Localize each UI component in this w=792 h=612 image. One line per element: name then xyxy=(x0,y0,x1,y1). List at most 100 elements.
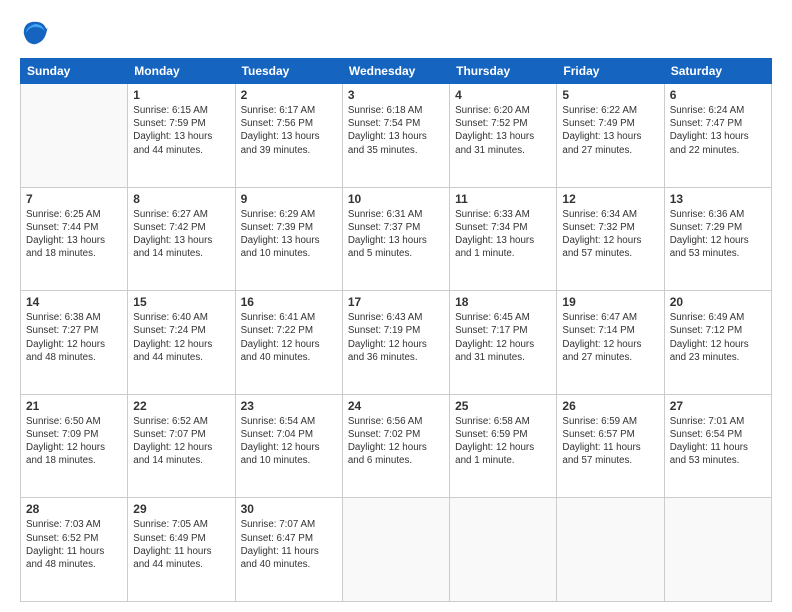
calendar-cell: 15 Sunrise: 6:40 AM Sunset: 7:24 PM Dayli… xyxy=(128,291,235,395)
day-info: Sunrise: 6:54 AM Sunset: 7:04 PM Dayligh… xyxy=(241,415,337,468)
day-number: 18 xyxy=(455,295,551,309)
calendar-cell: 4Sunrise: 6:20 AM Sunset: 7:52 PM Daylig… xyxy=(450,84,557,188)
weekday-header-monday: Monday xyxy=(128,59,235,84)
day-info: Sunrise: 6:49 AM Sunset: 7:12 PM Dayligh… xyxy=(670,311,766,364)
calendar-cell: 6Sunrise: 6:24 AM Sunset: 7:47 PM Daylig… xyxy=(664,84,771,188)
calendar-cell: 22 Sunrise: 6:52 AM Sunset: 7:07 PM Dayli… xyxy=(128,394,235,498)
day-number: 22 xyxy=(133,399,229,413)
calendar-cell: 7Sunrise: 6:25 AM Sunset: 7:44 PM Daylig… xyxy=(21,187,128,291)
day-info: Sunrise: 6:29 AM Sunset: 7:39 PM Dayligh… xyxy=(241,208,337,261)
calendar-cell: 21Sunrise: 6:50 AM Sunset: 7:09 PM Dayli… xyxy=(21,394,128,498)
day-info: Sunrise: 6:17 AM Sunset: 7:56 PM Dayligh… xyxy=(241,104,337,157)
calendar-week-row: 14 Sunrise: 6:38 AM Sunset: 7:27 PM Dayli… xyxy=(21,291,772,395)
logo xyxy=(20,18,54,48)
calendar-cell: 29 Sunrise: 7:05 AM Sunset: 6:49 PM Dayli… xyxy=(128,498,235,602)
day-info: Sunrise: 6:36 AM Sunset: 7:29 PM Dayligh… xyxy=(670,208,766,261)
day-number: 27 xyxy=(670,399,766,413)
day-info: Sunrise: 6:41 AM Sunset: 7:22 PM Dayligh… xyxy=(241,311,337,364)
calendar-cell xyxy=(342,498,449,602)
calendar-cell: 9 Sunrise: 6:29 AM Sunset: 7:39 PM Daylig… xyxy=(235,187,342,291)
day-number: 29 xyxy=(133,502,229,516)
day-info: Sunrise: 6:27 AM Sunset: 7:42 PM Dayligh… xyxy=(133,208,229,261)
day-number: 3 xyxy=(348,88,444,102)
day-info: Sunrise: 7:03 AM Sunset: 6:52 PM Dayligh… xyxy=(26,518,122,571)
day-number: 24 xyxy=(348,399,444,413)
weekday-header-row: SundayMondayTuesdayWednesdayThursdayFrid… xyxy=(21,59,772,84)
day-info: Sunrise: 6:31 AM Sunset: 7:37 PM Dayligh… xyxy=(348,208,444,261)
day-number: 9 xyxy=(241,192,337,206)
day-number: 30 xyxy=(241,502,337,516)
calendar-cell: 20 Sunrise: 6:49 AM Sunset: 7:12 PM Dayli… xyxy=(664,291,771,395)
day-info: Sunrise: 6:47 AM Sunset: 7:14 PM Dayligh… xyxy=(562,311,658,364)
day-number: 14 xyxy=(26,295,122,309)
day-number: 11 xyxy=(455,192,551,206)
calendar-cell: 30 Sunrise: 7:07 AM Sunset: 6:47 PM Dayli… xyxy=(235,498,342,602)
day-info: Sunrise: 6:58 AM Sunset: 6:59 PM Dayligh… xyxy=(455,415,551,468)
day-number: 25 xyxy=(455,399,551,413)
day-info: Sunrise: 6:22 AM Sunset: 7:49 PM Dayligh… xyxy=(562,104,658,157)
calendar-cell: 27 Sunrise: 7:01 AM Sunset: 6:54 PM Dayli… xyxy=(664,394,771,498)
calendar-cell xyxy=(450,498,557,602)
calendar-week-row: 7Sunrise: 6:25 AM Sunset: 7:44 PM Daylig… xyxy=(21,187,772,291)
weekday-header-tuesday: Tuesday xyxy=(235,59,342,84)
day-number: 4 xyxy=(455,88,551,102)
day-info: Sunrise: 6:52 AM Sunset: 7:07 PM Dayligh… xyxy=(133,415,229,468)
day-number: 13 xyxy=(670,192,766,206)
day-number: 2 xyxy=(241,88,337,102)
day-info: Sunrise: 6:34 AM Sunset: 7:32 PM Dayligh… xyxy=(562,208,658,261)
calendar-cell: 26 Sunrise: 6:59 AM Sunset: 6:57 PM Dayli… xyxy=(557,394,664,498)
calendar-cell: 2 Sunrise: 6:17 AM Sunset: 7:56 PM Daylig… xyxy=(235,84,342,188)
day-number: 1 xyxy=(133,88,229,102)
calendar-cell: 13 Sunrise: 6:36 AM Sunset: 7:29 PM Dayli… xyxy=(664,187,771,291)
calendar-cell xyxy=(557,498,664,602)
calendar-cell: 11 Sunrise: 6:33 AM Sunset: 7:34 PM Dayli… xyxy=(450,187,557,291)
day-info: Sunrise: 7:07 AM Sunset: 6:47 PM Dayligh… xyxy=(241,518,337,571)
calendar-cell: 23 Sunrise: 6:54 AM Sunset: 7:04 PM Dayli… xyxy=(235,394,342,498)
day-info: Sunrise: 6:33 AM Sunset: 7:34 PM Dayligh… xyxy=(455,208,551,261)
logo-icon xyxy=(20,18,50,48)
day-number: 17 xyxy=(348,295,444,309)
calendar-cell: 18 Sunrise: 6:45 AM Sunset: 7:17 PM Dayli… xyxy=(450,291,557,395)
calendar-cell: 19 Sunrise: 6:47 AM Sunset: 7:14 PM Dayli… xyxy=(557,291,664,395)
calendar-cell: 3 Sunrise: 6:18 AM Sunset: 7:54 PM Daylig… xyxy=(342,84,449,188)
day-info: Sunrise: 6:24 AM Sunset: 7:47 PM Dayligh… xyxy=(670,104,766,157)
calendar-cell: 1Sunrise: 6:15 AM Sunset: 7:59 PM Daylig… xyxy=(128,84,235,188)
day-number: 8 xyxy=(133,192,229,206)
calendar-cell: 5 Sunrise: 6:22 AM Sunset: 7:49 PM Daylig… xyxy=(557,84,664,188)
day-number: 23 xyxy=(241,399,337,413)
day-number: 20 xyxy=(670,295,766,309)
calendar-cell xyxy=(664,498,771,602)
day-number: 26 xyxy=(562,399,658,413)
day-number: 10 xyxy=(348,192,444,206)
calendar-cell xyxy=(21,84,128,188)
day-number: 5 xyxy=(562,88,658,102)
calendar-week-row: 21Sunrise: 6:50 AM Sunset: 7:09 PM Dayli… xyxy=(21,394,772,498)
day-number: 21 xyxy=(26,399,122,413)
day-number: 19 xyxy=(562,295,658,309)
calendar-table: SundayMondayTuesdayWednesdayThursdayFrid… xyxy=(20,58,772,602)
calendar-cell: 12 Sunrise: 6:34 AM Sunset: 7:32 PM Dayli… xyxy=(557,187,664,291)
day-info: Sunrise: 7:01 AM Sunset: 6:54 PM Dayligh… xyxy=(670,415,766,468)
day-number: 28 xyxy=(26,502,122,516)
calendar-cell: 16 Sunrise: 6:41 AM Sunset: 7:22 PM Dayli… xyxy=(235,291,342,395)
day-info: Sunrise: 6:25 AM Sunset: 7:44 PM Dayligh… xyxy=(26,208,122,261)
weekday-header-sunday: Sunday xyxy=(21,59,128,84)
day-info: Sunrise: 6:45 AM Sunset: 7:17 PM Dayligh… xyxy=(455,311,551,364)
weekday-header-wednesday: Wednesday xyxy=(342,59,449,84)
calendar-cell: 25 Sunrise: 6:58 AM Sunset: 6:59 PM Dayli… xyxy=(450,394,557,498)
calendar-cell: 14 Sunrise: 6:38 AM Sunset: 7:27 PM Dayli… xyxy=(21,291,128,395)
day-info: Sunrise: 6:56 AM Sunset: 7:02 PM Dayligh… xyxy=(348,415,444,468)
weekday-header-thursday: Thursday xyxy=(450,59,557,84)
calendar-week-row: 28 Sunrise: 7:03 AM Sunset: 6:52 PM Dayli… xyxy=(21,498,772,602)
calendar-cell: 10 Sunrise: 6:31 AM Sunset: 7:37 PM Dayli… xyxy=(342,187,449,291)
day-info: Sunrise: 6:40 AM Sunset: 7:24 PM Dayligh… xyxy=(133,311,229,364)
day-info: Sunrise: 6:18 AM Sunset: 7:54 PM Dayligh… xyxy=(348,104,444,157)
day-number: 12 xyxy=(562,192,658,206)
day-info: Sunrise: 6:38 AM Sunset: 7:27 PM Dayligh… xyxy=(26,311,122,364)
day-number: 15 xyxy=(133,295,229,309)
day-number: 16 xyxy=(241,295,337,309)
day-info: Sunrise: 6:43 AM Sunset: 7:19 PM Dayligh… xyxy=(348,311,444,364)
calendar-cell: 24 Sunrise: 6:56 AM Sunset: 7:02 PM Dayli… xyxy=(342,394,449,498)
day-info: Sunrise: 7:05 AM Sunset: 6:49 PM Dayligh… xyxy=(133,518,229,571)
day-info: Sunrise: 6:59 AM Sunset: 6:57 PM Dayligh… xyxy=(562,415,658,468)
